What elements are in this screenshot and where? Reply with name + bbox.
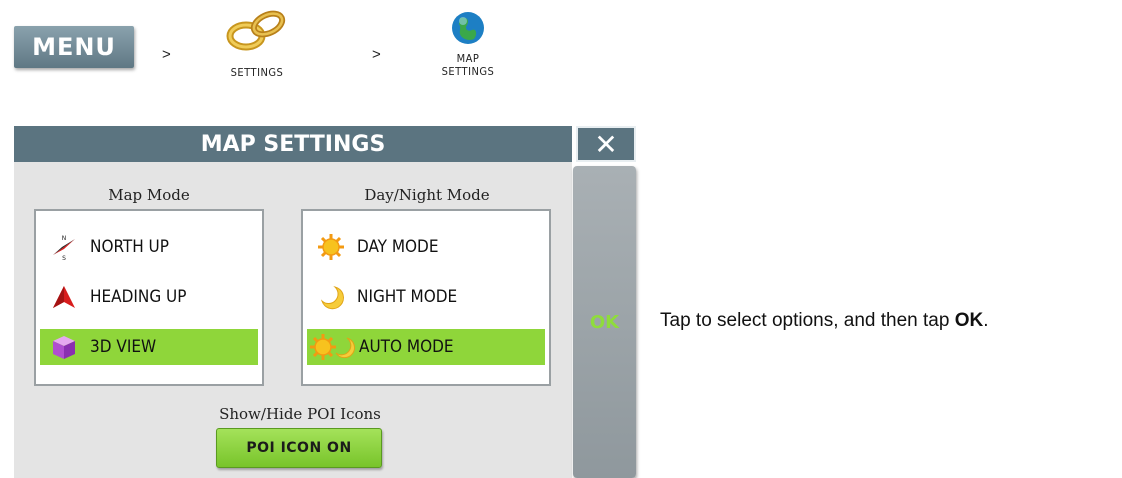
arrow-icon — [50, 283, 78, 311]
map-mode-list: N S NORTH UP HEADING UP 3D VIEW — [34, 209, 264, 386]
ok-button[interactable]: OK — [573, 166, 636, 478]
option-label: AUTO MODE — [359, 337, 454, 357]
option-label: DAY MODE — [357, 237, 439, 257]
dialog-title: MAP SETTINGS — [14, 126, 572, 162]
svg-text:N: N — [62, 235, 67, 242]
instruction-text: Tap to select options, and then tap OK. — [660, 310, 989, 331]
compass-icon: N S — [50, 233, 78, 262]
menu-button[interactable]: MENU — [14, 26, 134, 68]
close-icon: ✕ — [594, 127, 618, 161]
map-mode-heading: Map Mode — [108, 186, 190, 204]
breadcrumb-separator: > — [372, 46, 381, 63]
option-north-up[interactable]: N S NORTH UP — [40, 229, 258, 265]
poi-toggle-button[interactable]: POI ICON ON — [216, 428, 382, 468]
day-night-mode-list: DAY MODE NIGHT MODE AUTO MODE — [301, 209, 551, 386]
day-night-mode-heading: Day/Night Mode — [364, 186, 490, 204]
breadcrumb-separator: > — [162, 46, 171, 63]
option-label: 3D VIEW — [90, 337, 157, 357]
sun-icon — [317, 233, 345, 261]
sun-moon-icon — [309, 333, 355, 361]
globe-icon — [450, 10, 486, 46]
breadcrumb-settings-label: SETTINGS — [230, 66, 284, 79]
poi-heading: Show/Hide POI Icons — [219, 405, 381, 423]
moon-icon — [317, 283, 345, 311]
option-day-mode[interactable]: DAY MODE — [307, 229, 545, 265]
breadcrumb-map-settings-label: MAP SETTINGS — [441, 52, 495, 78]
settings-rings-icon — [218, 2, 298, 58]
option-label: HEADING UP — [90, 287, 187, 307]
option-3d-view[interactable]: 3D VIEW — [40, 329, 258, 365]
cube-icon — [50, 333, 78, 361]
svg-text:S: S — [62, 255, 66, 261]
option-heading-up[interactable]: HEADING UP — [40, 279, 258, 315]
option-auto-mode[interactable]: AUTO MODE — [307, 329, 545, 365]
option-night-mode[interactable]: NIGHT MODE — [307, 279, 545, 315]
option-label: NIGHT MODE — [357, 287, 458, 307]
option-label: NORTH UP — [90, 237, 169, 257]
close-button[interactable]: ✕ — [576, 126, 636, 162]
